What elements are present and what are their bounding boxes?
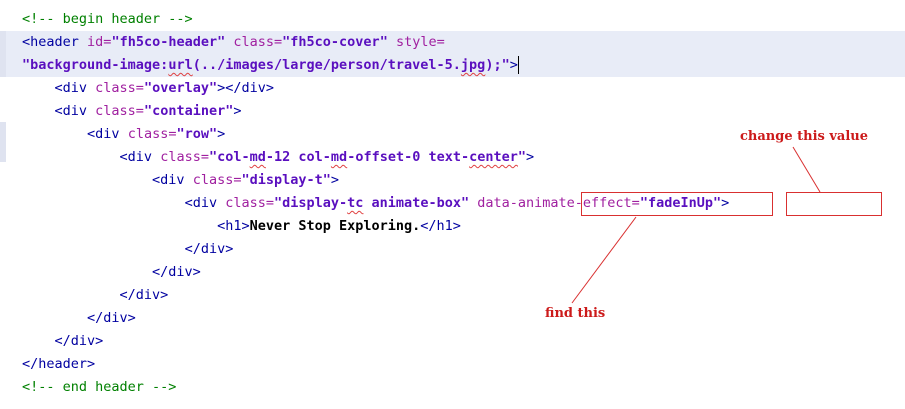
change-annotation-label: change this value (740, 129, 869, 144)
code-editor[interactable]: <!-- begin header --> <header id="fh5co-… (0, 0, 905, 409)
find-pointer-line (571, 216, 637, 304)
change-pointer-line (792, 146, 821, 193)
annotation-pointers (571, 146, 821, 304)
find-annotation-label: find this (545, 306, 606, 321)
